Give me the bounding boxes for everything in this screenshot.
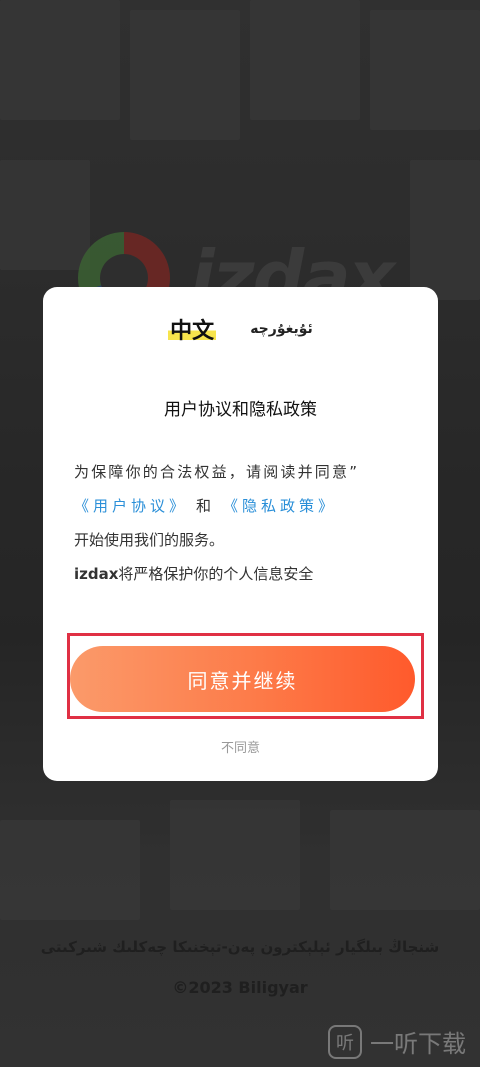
- copyright-text: ©2023 Biligyar: [172, 978, 308, 997]
- watermark-text: 一听下载: [370, 1030, 466, 1058]
- language-option-uyghur[interactable]: ئۇيغۇرچە: [250, 321, 313, 337]
- agree-continue-button[interactable]: 同意并继续: [70, 646, 415, 712]
- privacy-policy-link[interactable]: 《隐私政策》: [223, 497, 337, 515]
- dialog-body: 为保障你的合法权益，请阅读并同意” 《用户协议》和《隐私政策》 开始使用我们的服…: [74, 455, 410, 591]
- and-text: 和: [196, 497, 216, 515]
- decline-button[interactable]: 不同意: [43, 737, 438, 756]
- brand-name: izdax: [74, 565, 119, 583]
- safety-text: 将严格保护你的个人信息安全: [118, 565, 314, 583]
- watermark-icon: 听: [328, 1024, 362, 1059]
- policy-links-row: 《用户协议》和《隐私政策》: [74, 489, 410, 523]
- language-switcher: 中文 ئۇيغۇرچە: [43, 313, 438, 345]
- dialog-title: 用户协议和隐私政策: [164, 400, 317, 420]
- privacy-dialog: 中文 ئۇيغۇرچە 用户协议和隐私政策 为保障你的合法权益，请阅读并同意” …: [43, 287, 438, 781]
- user-agreement-link[interactable]: 《用户协议》: [74, 497, 188, 515]
- safety-statement: izdax将严格保护你的个人信息安全: [74, 557, 410, 591]
- watermark: 听 一听下载: [328, 1024, 466, 1059]
- start-service-text: 开始使用我们的服务。: [74, 531, 225, 549]
- language-option-chinese[interactable]: 中文: [168, 313, 217, 345]
- intro-text: 为保障你的合法权益，请阅读并同意”: [74, 463, 360, 481]
- company-name: شنجاڭ بىلگيار ئېلېكترون پەن-تېخنىكا چەكل…: [40, 938, 440, 956]
